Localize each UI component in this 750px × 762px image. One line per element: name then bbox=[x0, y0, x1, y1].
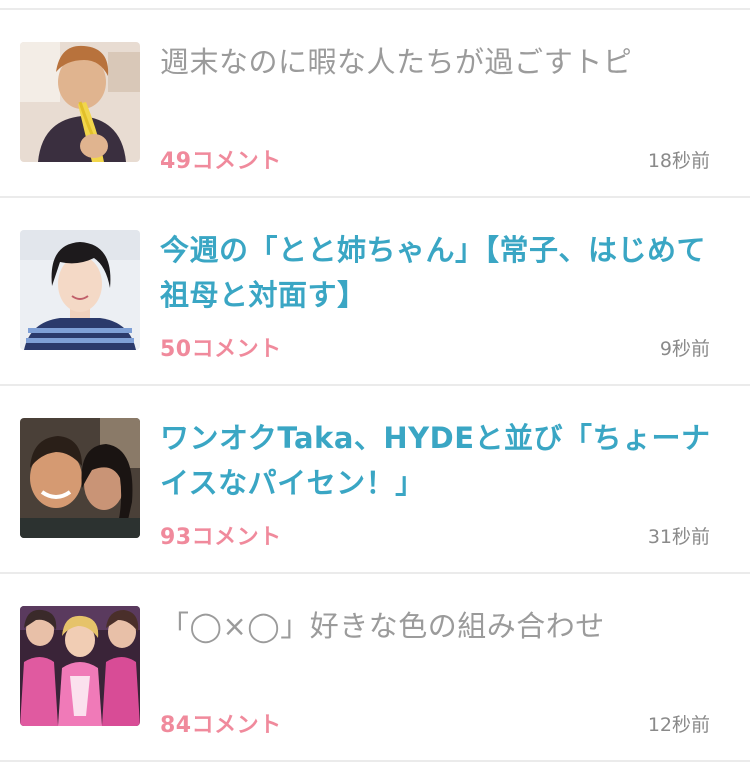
topic-thumbnail bbox=[20, 418, 140, 538]
topic-thumbnail bbox=[20, 230, 140, 350]
topic-item[interactable]: 今週の「とと姉ちゃん」【常子、はじめて祖母と対面す】 50コメント 9秒前 bbox=[0, 198, 750, 386]
comment-count: 93コメント bbox=[160, 525, 282, 550]
comment-count: 49コメント bbox=[160, 149, 282, 174]
timestamp: 18秒前 bbox=[647, 150, 710, 172]
topic-title: 週末なのに暇な人たちが過ごすトピ bbox=[160, 45, 633, 79]
timestamp: 9秒前 bbox=[659, 338, 710, 360]
topic-item[interactable]: 週末なのに暇な人たちが過ごすトピ 49コメント 18秒前 bbox=[0, 10, 750, 198]
photo-idol-group-pink-icon bbox=[20, 606, 140, 726]
topic-title: ワンオクTaka、HYDEと並び「ちょーナイスなパイセン！」 bbox=[160, 421, 711, 500]
photo-man-banana-icon bbox=[20, 42, 140, 162]
photo-woman-short-hair-icon bbox=[20, 230, 140, 350]
comment-count: 84コメント bbox=[160, 713, 282, 738]
timestamp: 31秒前 bbox=[647, 526, 710, 548]
comment-count: 50コメント bbox=[160, 337, 282, 362]
timestamp: 12秒前 bbox=[647, 714, 710, 736]
topic-list: 週末なのに暇な人たちが過ごすトピ 49コメント 18秒前 今週の「とと姉ちゃん」… bbox=[0, 0, 750, 762]
topic-title: 「◯×◯」好きな色の組み合わせ bbox=[160, 609, 605, 643]
topic-item[interactable]: ワンオクTaka、HYDEと並び「ちょーナイスなパイセン！」 93コメント 31… bbox=[0, 386, 750, 574]
topic-item[interactable]: 「◯×◯」好きな色の組み合わせ 84コメント 12秒前 bbox=[0, 574, 750, 762]
topic-thumbnail bbox=[20, 606, 140, 726]
photo-two-men-selfie-icon bbox=[20, 418, 140, 538]
topic-thumbnail bbox=[20, 42, 140, 162]
topic-title: 今週の「とと姉ちゃん」【常子、はじめて祖母と対面す】 bbox=[160, 233, 707, 312]
